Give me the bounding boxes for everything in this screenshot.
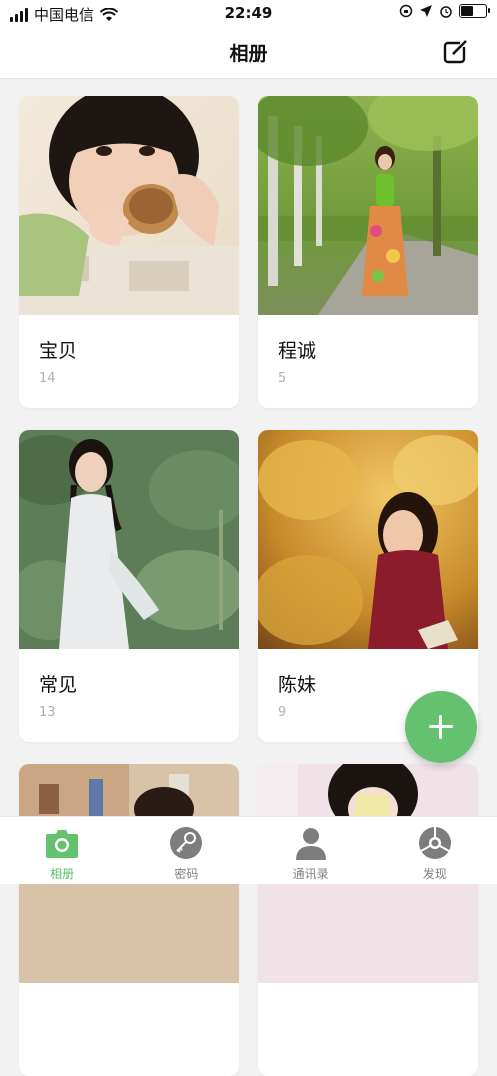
- album-cover: [19, 430, 239, 649]
- album-name: 常见: [39, 674, 78, 696]
- tab-album[interactable]: 相册: [0, 817, 124, 884]
- tab-label: 发现: [422, 867, 447, 881]
- tab-label: 密码: [174, 867, 199, 881]
- add-album-button[interactable]: [405, 691, 477, 763]
- tab-password[interactable]: 密码: [124, 817, 248, 884]
- album-name: 程诚: [278, 340, 317, 362]
- album-count: 5: [278, 371, 287, 386]
- compass-icon: [418, 827, 451, 859]
- album-cover: [258, 96, 478, 315]
- status-bar: 中国电信 22:49: [0, 0, 497, 26]
- tab-bar: 相册 密码 通讯录 发现: [0, 816, 497, 884]
- album-card[interactable]: 宝贝 14: [19, 96, 239, 408]
- album-card[interactable]: [258, 764, 478, 1076]
- status-right: [399, 4, 490, 18]
- album-name: 陈妹: [278, 674, 317, 696]
- album-cover: [19, 96, 239, 315]
- alarm-icon: [440, 6, 452, 18]
- album-card[interactable]: 程诚 5: [258, 96, 478, 408]
- edit-icon[interactable]: [443, 39, 469, 65]
- nav-bar: 相册: [0, 26, 497, 79]
- tab-contacts[interactable]: 通讯录: [249, 817, 373, 884]
- album-count: 9: [278, 705, 287, 720]
- album-cover: [258, 430, 478, 649]
- person-icon: [295, 828, 326, 860]
- page-title: 相册: [229, 43, 268, 65]
- camera-icon: [46, 830, 79, 858]
- location-icon: [420, 5, 432, 17]
- rotation-lock-icon: [399, 4, 413, 18]
- album-count: 13: [39, 705, 56, 720]
- tab-label: 相册: [50, 867, 75, 881]
- album-card[interactable]: 常见 13: [19, 430, 239, 742]
- tab-discover[interactable]: 发现: [373, 817, 497, 884]
- battery-icon: [459, 4, 490, 18]
- album-count: 14: [39, 371, 56, 386]
- key-icon: [170, 827, 203, 859]
- album-name: 宝贝: [39, 340, 78, 362]
- tab-label: 通讯录: [292, 867, 329, 881]
- album-card[interactable]: [19, 764, 239, 1076]
